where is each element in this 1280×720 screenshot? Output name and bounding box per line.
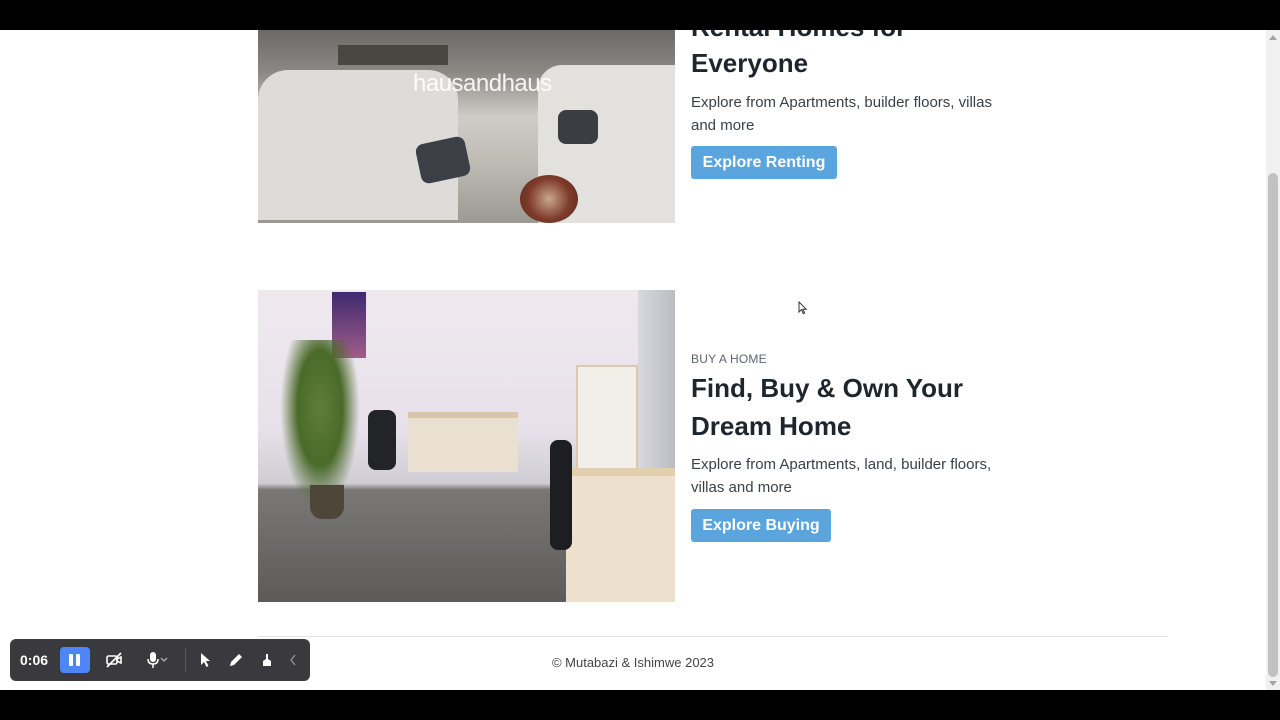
chair-shape	[550, 440, 572, 550]
bowl-shape	[520, 175, 578, 223]
camera-off-icon	[106, 652, 123, 668]
buy-image	[258, 290, 675, 602]
buy-description: Explore from Apartments, land, builder f…	[691, 456, 992, 496]
scroll-up-icon[interactable]	[1269, 35, 1277, 40]
scrollbar-thumb[interactable]	[1268, 173, 1278, 677]
buy-eyebrow: BUY A HOME	[691, 352, 767, 366]
pillow-shape	[558, 110, 598, 144]
dining-table-shape	[338, 45, 448, 65]
pen-icon	[230, 654, 243, 666]
screen-recorder-toolbar: 0:06	[10, 639, 310, 681]
page-viewport: hausandhaus Rental Homes for Everyone Ex…	[0, 30, 1266, 690]
desk-shape	[408, 412, 518, 472]
rent-image: hausandhaus	[258, 30, 675, 223]
collapse-icon	[290, 654, 297, 666]
pause-button[interactable]	[59, 647, 90, 673]
rent-heading: Everyone	[691, 48, 809, 78]
explore-buying-button[interactable]: Explore Buying	[691, 509, 831, 542]
browser-bottom-bar	[0, 690, 1280, 720]
buy-heading: Find, Buy & Own Your Dream Home	[691, 373, 964, 441]
microphone-icon	[147, 652, 159, 668]
eraser-icon	[262, 654, 271, 666]
image-watermark: hausandhaus	[413, 70, 552, 97]
camera-toggle-button[interactable]	[100, 647, 130, 673]
vertical-scrollbar[interactable]	[1266, 30, 1280, 690]
pot-shape	[310, 485, 344, 519]
scroll-down-icon[interactable]	[1269, 681, 1277, 686]
eraser-tool-button[interactable]	[257, 647, 277, 673]
pointer-tool-button[interactable]	[196, 647, 216, 673]
rent-description: Explore from Apartments, builder floors,…	[691, 94, 992, 134]
browser-top-bar	[0, 0, 1280, 30]
footer-divider	[258, 636, 1168, 637]
glass-partition-shape	[638, 290, 675, 490]
explore-renting-button[interactable]: Explore Renting	[691, 146, 837, 179]
cabinet-shape	[576, 365, 638, 475]
pause-icon	[69, 654, 81, 666]
collapse-toolbar-button[interactable]	[287, 647, 300, 673]
recording-timer: 0:06	[20, 652, 49, 668]
chair-shape	[368, 410, 396, 470]
pen-tool-button[interactable]	[226, 647, 246, 673]
microphone-button[interactable]	[139, 647, 174, 673]
mouse-cursor-icon	[798, 301, 808, 315]
toolbar-divider	[184, 648, 186, 672]
pillow-shape	[414, 135, 472, 185]
pointer-icon	[200, 653, 210, 667]
desk-shape	[566, 468, 675, 602]
chevron-down-icon[interactable]	[160, 657, 168, 663]
